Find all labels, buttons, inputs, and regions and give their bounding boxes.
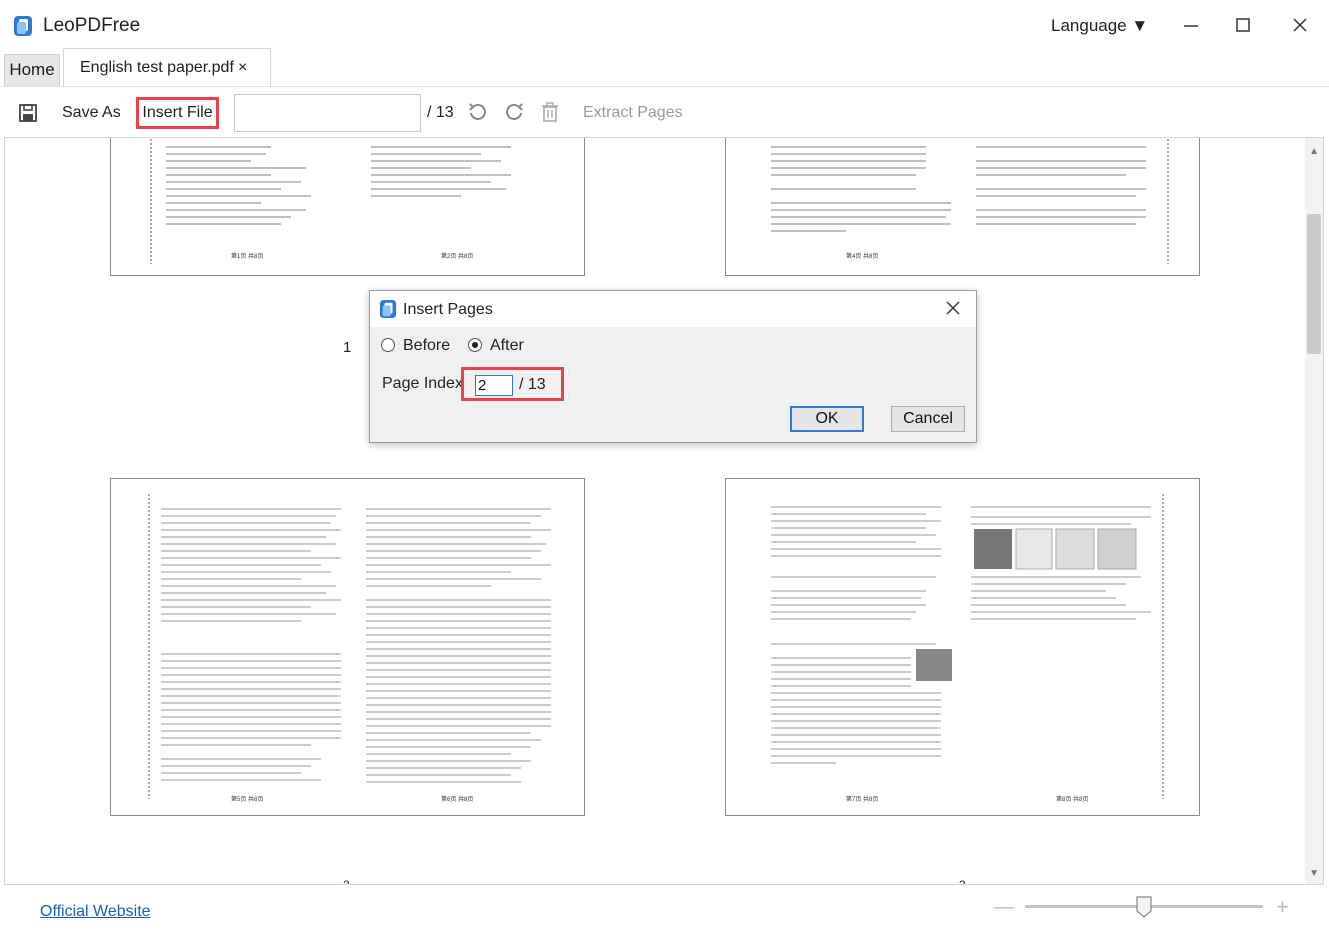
page-footer: 第2页 共8页 xyxy=(441,254,474,260)
insert-pages-dialog: Insert Pages Before After Page Index 2 /… xyxy=(369,290,977,443)
page-footer: 第1页 共8页 xyxy=(231,254,264,260)
page-text-content xyxy=(771,494,1164,799)
page-text-content xyxy=(148,494,551,799)
app-logo-icon xyxy=(379,300,397,318)
extract-pages-button[interactable]: Extract Pages xyxy=(583,104,683,122)
page-footer: 第7页 共8页 xyxy=(846,797,879,803)
maximize-icon[interactable] xyxy=(1230,12,1256,38)
page-thumbnail[interactable]: 第1页 共8页 第2页 共8页 xyxy=(110,138,585,276)
page-thumbnail[interactable]: 第5页 共8页 第6页 共8页 xyxy=(110,478,585,816)
page-number-label: 3 xyxy=(959,878,966,885)
dialog-close-icon[interactable] xyxy=(945,300,961,316)
radio-after[interactable] xyxy=(468,338,482,352)
page-text-content xyxy=(150,139,511,264)
page-footer: 第6页 共8页 xyxy=(441,797,474,803)
cancel-button[interactable]: Cancel xyxy=(891,406,965,432)
dialog-title-bar: Insert Pages xyxy=(370,291,976,327)
page-index-total: / 13 xyxy=(519,376,546,393)
language-dropdown[interactable]: Language ▼ xyxy=(1051,16,1148,36)
page-number-label: 2 xyxy=(343,878,350,885)
page-index-highlight: 2 / 13 xyxy=(461,367,564,401)
page-thumbnail-viewer[interactable]: 第1页 共8页 第2页 共8页 第4页 共8页 1 第5页 共8页 第6页 共8… xyxy=(4,137,1324,885)
zoom-out-icon[interactable]: — xyxy=(994,896,1014,919)
ok-button[interactable]: OK xyxy=(790,406,864,432)
page-footer: 第4页 共8页 xyxy=(846,254,879,260)
scroll-thumb[interactable] xyxy=(1307,214,1321,354)
radio-before[interactable] xyxy=(381,338,395,352)
zoom-slider-thumb[interactable] xyxy=(1136,896,1152,918)
insert-file-button[interactable]: Insert File xyxy=(136,97,219,129)
page-number-input[interactable] xyxy=(234,94,421,132)
page-footer: 第8页 共8页 xyxy=(1056,797,1089,803)
save-as-button[interactable]: Save As xyxy=(62,104,121,122)
radio-after-label[interactable]: After xyxy=(490,337,524,355)
app-title: LeoPDFree xyxy=(43,15,141,36)
official-website-link[interactable]: Official Website xyxy=(40,903,151,921)
radio-selected-dot xyxy=(472,342,478,348)
tab-document-label: English test paper.pdf xyxy=(80,59,234,76)
close-window-icon[interactable] xyxy=(1287,12,1313,38)
toolbar: Save As Insert File / 13 Extract Pages xyxy=(0,86,1329,136)
page-number-label: 1 xyxy=(343,339,352,356)
rotate-left-icon[interactable] xyxy=(467,101,489,123)
page-text-content xyxy=(771,139,1169,264)
zoom-in-icon[interactable]: + xyxy=(1276,894,1289,920)
page-index-label: Page Index xyxy=(382,375,463,392)
rotate-right-icon[interactable] xyxy=(503,101,525,123)
minimize-icon[interactable] xyxy=(1178,12,1204,38)
status-bar: Official Website — + xyxy=(0,886,1329,939)
page-total: / 13 xyxy=(427,104,454,121)
vertical-scrollbar[interactable]: ▲ ▼ xyxy=(1305,138,1323,884)
tab-document[interactable]: English test paper.pdf × xyxy=(63,48,271,86)
trash-icon[interactable] xyxy=(540,101,560,123)
tab-home[interactable]: Home xyxy=(4,54,60,86)
page-footer: 第5页 共8页 xyxy=(231,797,264,803)
radio-before-label[interactable]: Before xyxy=(403,337,450,355)
page-thumbnail[interactable]: 第7页 共8页 第8页 共8页 xyxy=(725,478,1200,816)
title-bar: LeoPDFree Language ▼ xyxy=(0,0,1329,50)
tab-bar: Home English test paper.pdf × xyxy=(0,48,1329,86)
page-thumbnail[interactable]: 第4页 共8页 xyxy=(725,138,1200,276)
scroll-down-icon[interactable]: ▼ xyxy=(1309,868,1319,879)
dialog-title: Insert Pages xyxy=(403,301,493,318)
app-logo-icon xyxy=(14,16,32,36)
scroll-up-icon[interactable]: ▲ xyxy=(1309,146,1319,157)
save-icon[interactable] xyxy=(18,103,38,123)
tab-close-icon[interactable]: × xyxy=(238,59,247,77)
page-index-input[interactable]: 2 xyxy=(475,375,513,396)
